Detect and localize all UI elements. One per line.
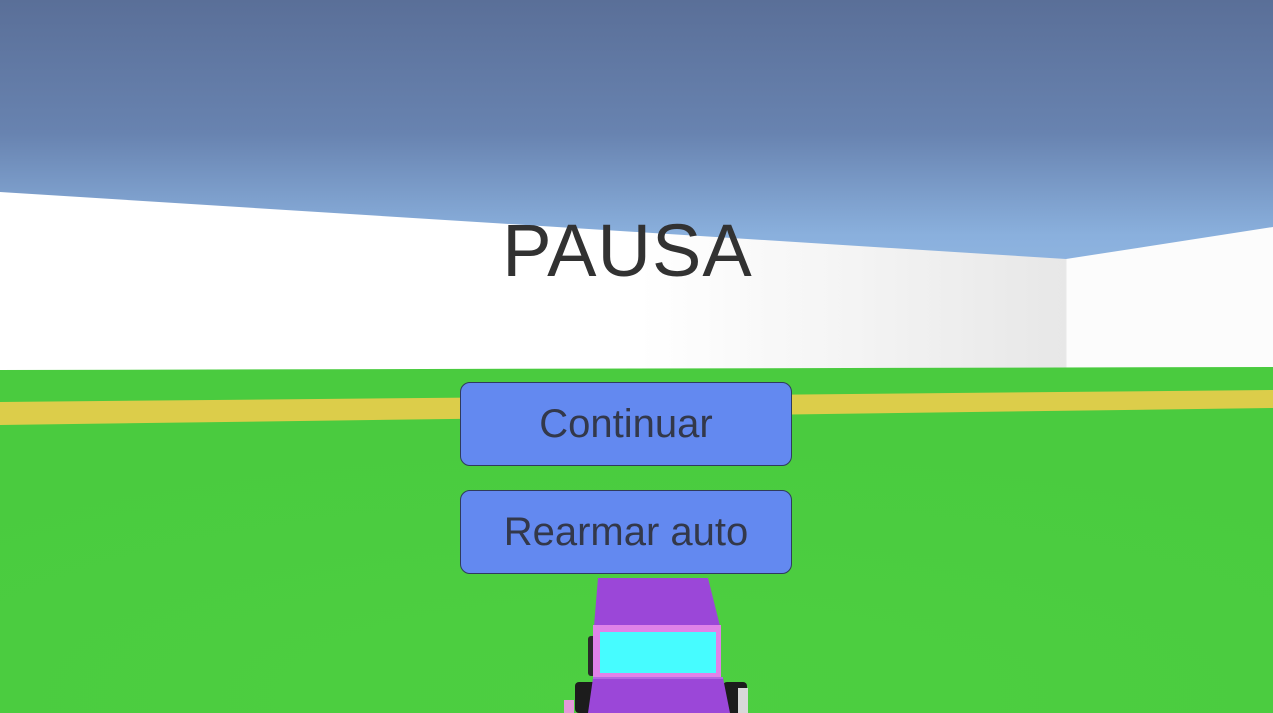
game-scene: PAUSA Continuar Rearmar auto (0, 0, 1273, 713)
car-roof (594, 578, 720, 626)
continue-button[interactable]: Continuar (460, 382, 792, 466)
player-car (564, 578, 748, 713)
rearm-car-button[interactable]: Rearmar auto (460, 490, 792, 574)
car-body (588, 678, 730, 713)
car-window (600, 632, 716, 673)
pause-title: PAUSA (502, 209, 753, 292)
